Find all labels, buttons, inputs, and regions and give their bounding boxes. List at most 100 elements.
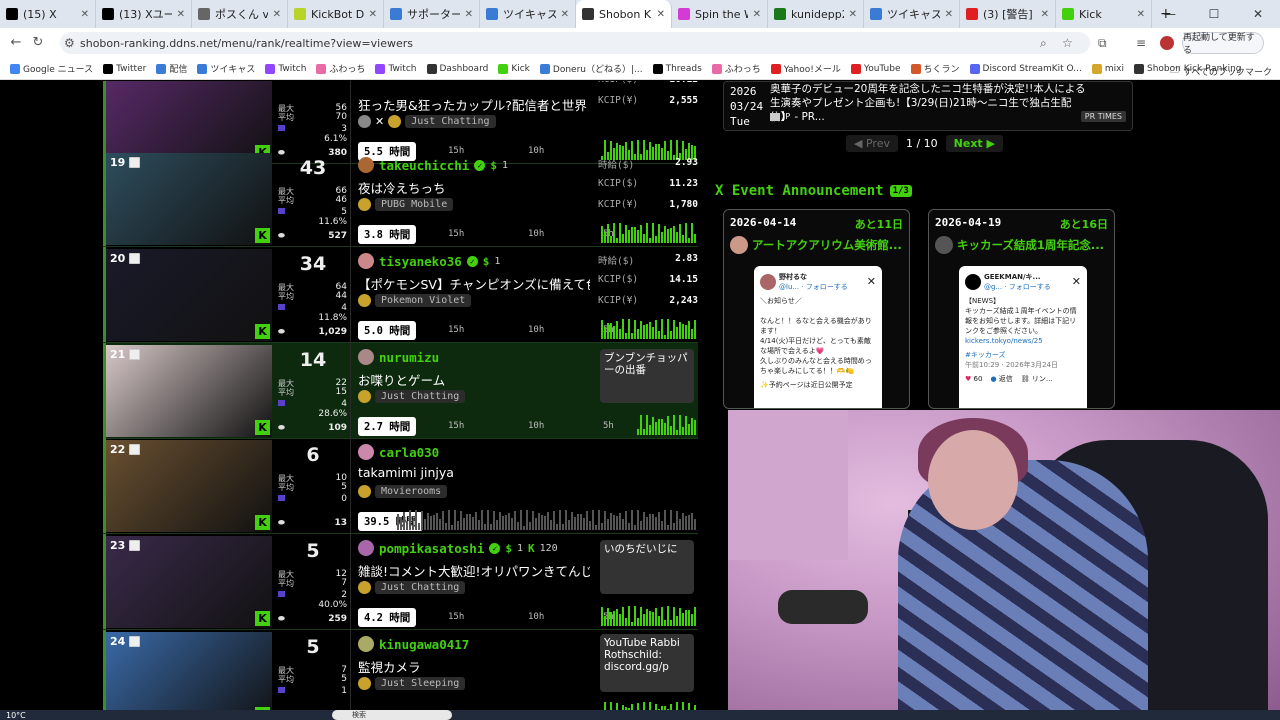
stream-title[interactable]: お喋りとゲーム: [358, 370, 590, 389]
browser-tab[interactable]: Spin the Wh ✕: [672, 0, 768, 28]
browser-tab[interactable]: Shobon Kick ✕: [576, 0, 672, 28]
news-item[interactable]: 2026 03/24 Tue 奥華子のデビュー20周年を記念したニコ生特番が決定…: [723, 81, 1133, 131]
zoom-icon[interactable]: ⌕: [1040, 36, 1047, 51]
all-bookmarks[interactable]: 🗀 すべてのブックマーク: [1170, 63, 1272, 79]
checkbox[interactable]: [129, 253, 141, 264]
close-tab-icon[interactable]: ✕: [465, 9, 473, 20]
bookmark-item[interactable]: Twitch: [375, 63, 417, 74]
stream-thumbnail[interactable]: 21 K: [106, 345, 272, 437]
bookmark-item[interactable]: Kick: [498, 63, 530, 74]
browser-tab[interactable]: (13) Xユーザー ✕: [96, 0, 192, 28]
browser-tab[interactable]: ツイキャス · ラ ✕: [864, 0, 960, 28]
tweet-follow-link[interactable]: @lu... · フォローする: [779, 283, 848, 291]
bookmark-item[interactable]: Dashboard: [426, 63, 488, 74]
stream-thumbnail[interactable]: 24K: [106, 632, 272, 710]
close-tab-icon[interactable]: ✕: [753, 9, 761, 20]
bookmark-item[interactable]: mixi: [1091, 63, 1124, 74]
ranking-row[interactable]: 23 K 5 最大 12 平均 7 2 40.0% ⬬ 259 pompikasatoshi ✓ $1 K 1…: [103, 534, 698, 630]
close-tab-icon[interactable]: ✕: [849, 9, 857, 20]
checkbox[interactable]: [129, 157, 141, 168]
bookmark-item[interactable]: ツイキャス: [197, 62, 255, 75]
stream-thumbnail[interactable]: 22 K: [106, 440, 272, 532]
browser-tab[interactable]: ツイキャス · ラ ✕: [480, 0, 576, 28]
ranking-row[interactable]: 21 K 14 最大 22 平均 15 4 28.6% ⬬ 109 nurumizu お喋りとゲーム Ju…: [103, 343, 698, 439]
stream-preview[interactable]: ブンブンチョッパーの出番: [600, 349, 694, 403]
browser-tab[interactable]: (15) X ✕: [0, 0, 96, 28]
tweet-link[interactable]: kickers.tokyo/news/25: [965, 336, 1081, 346]
prev-button[interactable]: ◀ Prev: [846, 135, 898, 152]
maximize-icon[interactable]: ☐: [1192, 0, 1236, 28]
browser-tab[interactable]: kunidepp25 ✕: [768, 0, 864, 28]
event-title[interactable]: アートアクアリウム美術館...: [730, 236, 905, 254]
close-tab-icon[interactable]: ✕: [369, 9, 377, 20]
close-window-icon[interactable]: ✕: [1236, 0, 1280, 28]
category[interactable]: Just Sleeping: [358, 677, 466, 690]
category[interactable]: ✕ Just Chatting: [358, 115, 496, 128]
stream-title[interactable]: 狂った男&狂ったカップル?配信者と世界: [358, 95, 590, 114]
bookmark-item[interactable]: 配信: [156, 62, 187, 75]
embedded-tweet[interactable]: GEEKMAN/キ... @g... · フォローする ✕ 【NEWS】 キッカー…: [959, 266, 1087, 408]
event-card[interactable]: 2026-04-19 あと16日 キッカーズ結成1周年記念... GEEKMAN…: [928, 209, 1115, 409]
checkbox[interactable]: [129, 444, 141, 455]
bookmark-item[interactable]: ふわっち: [316, 62, 365, 75]
stream-thumbnail[interactable]: K: [106, 81, 272, 162]
browser-tab[interactable]: KickBot Das ✕: [288, 0, 384, 28]
category[interactable]: PUBG Mobile: [358, 198, 454, 211]
close-tab-icon[interactable]: ✕: [1137, 9, 1145, 20]
category[interactable]: Movierooms: [358, 485, 448, 498]
share-button[interactable]: ⛓ リン...: [1021, 374, 1053, 384]
browser-tab[interactable]: Kick ✕: [1056, 0, 1152, 28]
bookmark-star-icon[interactable]: ☆: [1062, 36, 1073, 50]
bookmark-item[interactable]: Twitter: [103, 63, 146, 74]
checkbox[interactable]: [129, 349, 141, 360]
reload-icon[interactable]: ↻: [26, 35, 50, 50]
checkbox[interactable]: [129, 540, 141, 551]
bookmark-item[interactable]: Discord StreamKit O...: [969, 63, 1082, 74]
reply-button[interactable]: ● 返信: [990, 374, 1012, 384]
ranking-row[interactable]: 19 K 43 最大 66 平均 46 5 11.6% ⬬ 527 takeuchicchi ✓ $1 夜は…: [103, 151, 698, 247]
browser-tab[interactable]: サポーター · セ ✕: [384, 0, 480, 28]
close-tab-icon[interactable]: ✕: [273, 9, 281, 20]
url-field[interactable]: ⚙ shobon-ranking.ddns.net/menu/rank/real…: [60, 32, 1090, 54]
bookmark-item[interactable]: ふわっち: [711, 62, 761, 75]
bookmark-item[interactable]: ちくラン: [910, 62, 960, 75]
next-button[interactable]: Next ▶: [945, 135, 1003, 152]
streamer-name[interactable]: takeuchicchi ✓ $1: [358, 157, 508, 173]
minimize-icon[interactable]: —: [1148, 0, 1192, 28]
stream-preview[interactable]: YouTube Rabbi Rothschild: discord.gg/p: [600, 634, 694, 692]
event-card[interactable]: 2026-04-14 あと11日 アートアクアリウム美術館... 野村るな @lu…: [723, 209, 910, 409]
bookmark-item[interactable]: Twitch: [265, 63, 306, 74]
taskbar-search[interactable]: 検索: [332, 710, 452, 720]
category[interactable]: Just Chatting: [358, 581, 466, 594]
close-tab-icon[interactable]: ✕: [561, 9, 569, 20]
close-tab-icon[interactable]: ✕: [177, 9, 185, 20]
category[interactable]: Just Chatting: [358, 390, 466, 403]
checkbox[interactable]: [129, 636, 141, 647]
stream-title[interactable]: 【ポケモンSV】チャンピオンズに備えて色厳: [358, 274, 590, 293]
streamer-name[interactable]: kinugawa0417: [358, 636, 469, 652]
browser-tab[interactable]: (3) [警告] ✕: [960, 0, 1056, 28]
like-button[interactable]: ♥ 60: [965, 374, 982, 384]
menu-lines-icon[interactable]: ≡: [1136, 36, 1146, 50]
bookmark-item[interactable]: Google ニュース: [10, 62, 93, 75]
extensions-icon[interactable]: ⧉: [1098, 36, 1107, 51]
browser-tab[interactable]: ポスくん v8 ✕: [192, 0, 288, 28]
stream-title[interactable]: 雑談!コメント大歓迎!オリパワンきてんじ: [358, 561, 590, 580]
stream-thumbnail[interactable]: 23 K: [106, 536, 272, 628]
bookmark-item[interactable]: Doneru（どねる）|...: [539, 62, 643, 75]
ranking-row[interactable]: 24K5最大7平均51⬬kinugawa0417監視カメラJust Sleepi…: [103, 630, 698, 710]
tweet-follow-link[interactable]: @g... · フォローする: [984, 283, 1051, 291]
stream-thumbnail[interactable]: 19 K: [106, 153, 272, 245]
streamer-name[interactable]: tisyaneko36 ✓ $1: [358, 253, 500, 269]
close-tab-icon[interactable]: ✕: [945, 9, 953, 20]
streamer-name[interactable]: carla030: [358, 444, 439, 460]
tweet-hashtag[interactable]: #キッカーズ: [965, 350, 1081, 360]
close-tab-icon[interactable]: ✕: [1041, 9, 1049, 20]
ranking-row[interactable]: 20 K 34 最大 64 平均 44 4 11.8% ⬬ 1,029 tisyaneko36 ✓ $1 【…: [103, 247, 698, 343]
stream-title[interactable]: takamimi jinjya: [358, 465, 590, 480]
site-info-icon[interactable]: ⚙: [64, 36, 75, 50]
stream-title[interactable]: 監視カメラ: [358, 657, 590, 676]
bookmark-item[interactable]: Yahoo!メール: [770, 62, 841, 75]
streamer-name[interactable]: pompikasatoshi ✓ $1 K 120: [358, 540, 558, 556]
stream-thumbnail[interactable]: 20 K: [106, 249, 272, 341]
